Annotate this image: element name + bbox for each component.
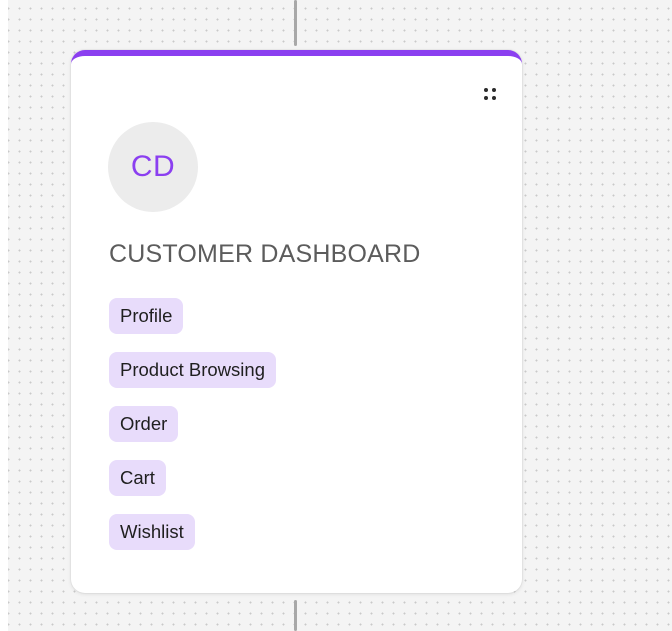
tag-list: Profile Product Browsing Order Cart Wish…: [109, 298, 276, 550]
drag-dot: [492, 88, 496, 92]
tag-wishlist[interactable]: Wishlist: [109, 514, 195, 550]
tag-product-browsing[interactable]: Product Browsing: [109, 352, 276, 388]
drag-dot: [492, 96, 496, 100]
node-card-customer-dashboard[interactable]: CD CUSTOMER DASHBOARD Profile Product Br…: [71, 50, 522, 593]
drag-handle-icon[interactable]: [484, 88, 498, 102]
tag-profile[interactable]: Profile: [109, 298, 184, 334]
tag-cart[interactable]: Cart: [109, 460, 166, 496]
drag-dot: [484, 88, 488, 92]
tag-order[interactable]: Order: [109, 406, 179, 442]
node-title: CUSTOMER DASHBOARD: [109, 240, 421, 268]
drag-dot: [484, 96, 488, 100]
canvas-edge: [0, 0, 8, 631]
incoming-connector-line: [294, 0, 297, 46]
avatar-initials: CD: [130, 150, 176, 183]
outgoing-connector-line: [294, 600, 297, 631]
avatar: CD: [108, 122, 198, 212]
